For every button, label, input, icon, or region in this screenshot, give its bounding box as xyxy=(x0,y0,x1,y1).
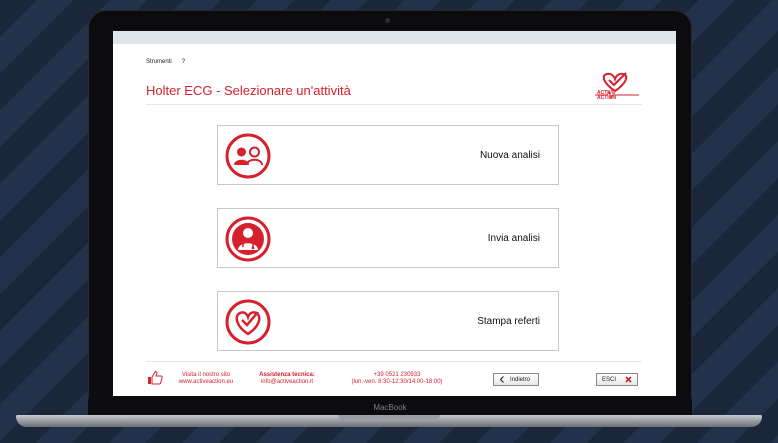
action-nuova-analisi[interactable]: Nuova analisi xyxy=(217,125,559,185)
exit-button-label: ESCI xyxy=(602,376,617,383)
back-button-label: Indietro xyxy=(510,376,531,383)
chevron-left-icon xyxy=(499,376,504,383)
visit-text: Visita il nostro sito xyxy=(181,372,231,378)
menu-item-help[interactable]: ? xyxy=(182,59,185,65)
laptop-brand-label: MacBook xyxy=(88,399,692,416)
laptop-notch xyxy=(338,415,440,420)
action-label: Nuova analisi xyxy=(479,149,540,161)
page-title: Holter ECG - Selezionare un'attività xyxy=(146,83,351,98)
menu-bar: Strumenti ? xyxy=(146,59,185,65)
close-icon xyxy=(625,376,632,383)
support-hours: (lun.-ven. 8:30-12:30/14:00-18:00) xyxy=(351,379,443,385)
thumbs-up-icon xyxy=(148,371,163,385)
phone-number: +39 0521 230933 xyxy=(373,372,421,378)
footer-divider xyxy=(146,361,642,362)
action-label: Stampa referti xyxy=(477,315,540,327)
menu-item-strumenti[interactable]: Strumenti xyxy=(146,59,172,65)
support-info: Assistenza tecnica: info@activeaction.it xyxy=(255,372,319,386)
window-titlebar xyxy=(113,31,676,44)
camera-icon xyxy=(385,18,390,23)
action-invia-analisi[interactable]: Invia analisi xyxy=(217,208,559,268)
logo: ACTIVE ACTION xyxy=(593,71,641,103)
support-phone: +39 0521 230933 (lun.-ven. 8:30-12:30/14… xyxy=(337,372,457,386)
support-email[interactable]: info@activeaction.it xyxy=(261,379,313,385)
divider xyxy=(146,104,642,105)
app-screen: Strumenti ? Holter ECG - Selezionare un'… xyxy=(113,31,676,396)
support-title: Assistenza tecnica: xyxy=(259,372,315,378)
doctor-icon xyxy=(225,216,271,262)
action-label: Invia analisi xyxy=(487,232,540,244)
logo-text: ACTIVE ACTION xyxy=(597,91,616,101)
action-stampa-referti[interactable]: Stampa referti xyxy=(217,291,559,351)
users-icon xyxy=(225,133,271,179)
back-button[interactable]: Indietro xyxy=(493,373,539,386)
heart-check-icon xyxy=(225,299,271,345)
exit-button[interactable]: ESCI xyxy=(596,373,638,386)
website-link[interactable]: Visita il nostro sito www.activeaction.e… xyxy=(173,372,239,386)
website-url: www.activeaction.eu xyxy=(178,379,234,385)
logo-text-line2: ACTION xyxy=(597,95,617,101)
